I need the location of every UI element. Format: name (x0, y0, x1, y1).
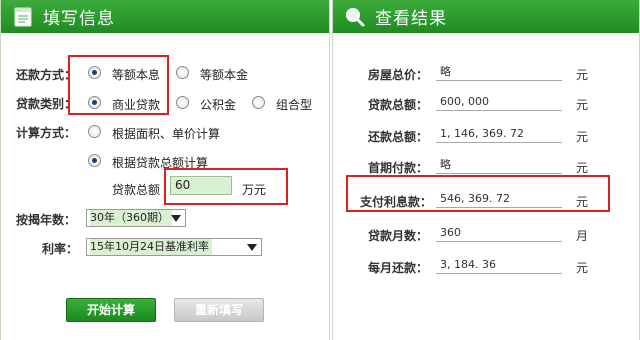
chevron-down-icon (171, 215, 181, 222)
chevron-down-icon (247, 244, 257, 251)
result-value-house-price: 略 (436, 63, 562, 81)
result-label-monthly-payment: 每月还款： (367, 261, 428, 275)
result-value-loan-total: 600, 000 (436, 93, 562, 111)
result-panel-header: 查看结果 (333, 0, 639, 33)
option-equal-principal-label[interactable]: 等额本金 (200, 66, 248, 83)
result-value-repay-total: 1, 146, 369. 72 (436, 125, 562, 143)
radio-by-area[interactable] (88, 125, 101, 138)
radio-combined[interactable] (252, 96, 265, 109)
search-icon (345, 7, 365, 27)
radio-by-loan-total[interactable] (88, 154, 101, 167)
result-value-months: 360 (436, 224, 562, 242)
result-panel-title: 查看结果 (375, 9, 447, 29)
input-panel-title: 填写信息 (43, 9, 115, 29)
result-unit-monthly-payment: 元 (576, 261, 589, 275)
loan-total-label: 贷款总额 (112, 183, 161, 197)
radio-provident-fund[interactable] (176, 96, 189, 109)
result-unit-down-payment: 元 (576, 161, 589, 175)
term-select[interactable]: 30年（360期） (86, 209, 186, 227)
result-label-house-price: 房屋总价： (367, 68, 428, 82)
result-unit-loan-total: 元 (576, 98, 589, 112)
radio-equal-principal[interactable] (176, 66, 189, 79)
highlight-box-interest (346, 175, 610, 212)
form-icon (13, 7, 33, 27)
option-provident-fund-label[interactable]: 公积金 (200, 96, 236, 113)
result-label-down-payment: 首期付款： (367, 161, 428, 175)
reset-button[interactable]: 重新填写 (174, 298, 264, 322)
loan-type-label: 贷款类别： (16, 97, 77, 111)
input-panel-header: 填写信息 (1, 0, 329, 33)
option-by-area-label[interactable]: 根据面积、单价计算 (112, 125, 220, 142)
result-unit-house-price: 元 (576, 68, 589, 82)
start-calc-button[interactable]: 开始计算 (66, 298, 156, 322)
rate-select[interactable]: 15年10月24日基准利率 (86, 238, 262, 256)
term-select-value: 30年（360期） (90, 210, 172, 226)
calc-method-label: 计算方式： (16, 126, 77, 140)
repay-method-label: 还款方式： (16, 68, 77, 82)
highlight-box-method (68, 55, 169, 115)
term-label: 按揭年数： (16, 213, 77, 227)
highlight-box-loan-total (164, 168, 288, 205)
result-label-repay-total: 还款总额： (367, 130, 428, 144)
result-value-monthly-payment: 3, 184. 36 (436, 256, 562, 274)
option-combined-label[interactable]: 组合型 (276, 96, 312, 113)
result-unit-months: 月 (576, 229, 589, 243)
result-label-loan-total: 贷款总额： (367, 98, 428, 112)
rate-label: 利率： (42, 242, 79, 256)
rate-select-value: 15年10月24日基准利率 (90, 239, 212, 255)
result-label-months: 贷款月数： (367, 229, 428, 243)
result-unit-repay-total: 元 (576, 130, 589, 144)
result-value-down-payment: 略 (436, 156, 562, 174)
